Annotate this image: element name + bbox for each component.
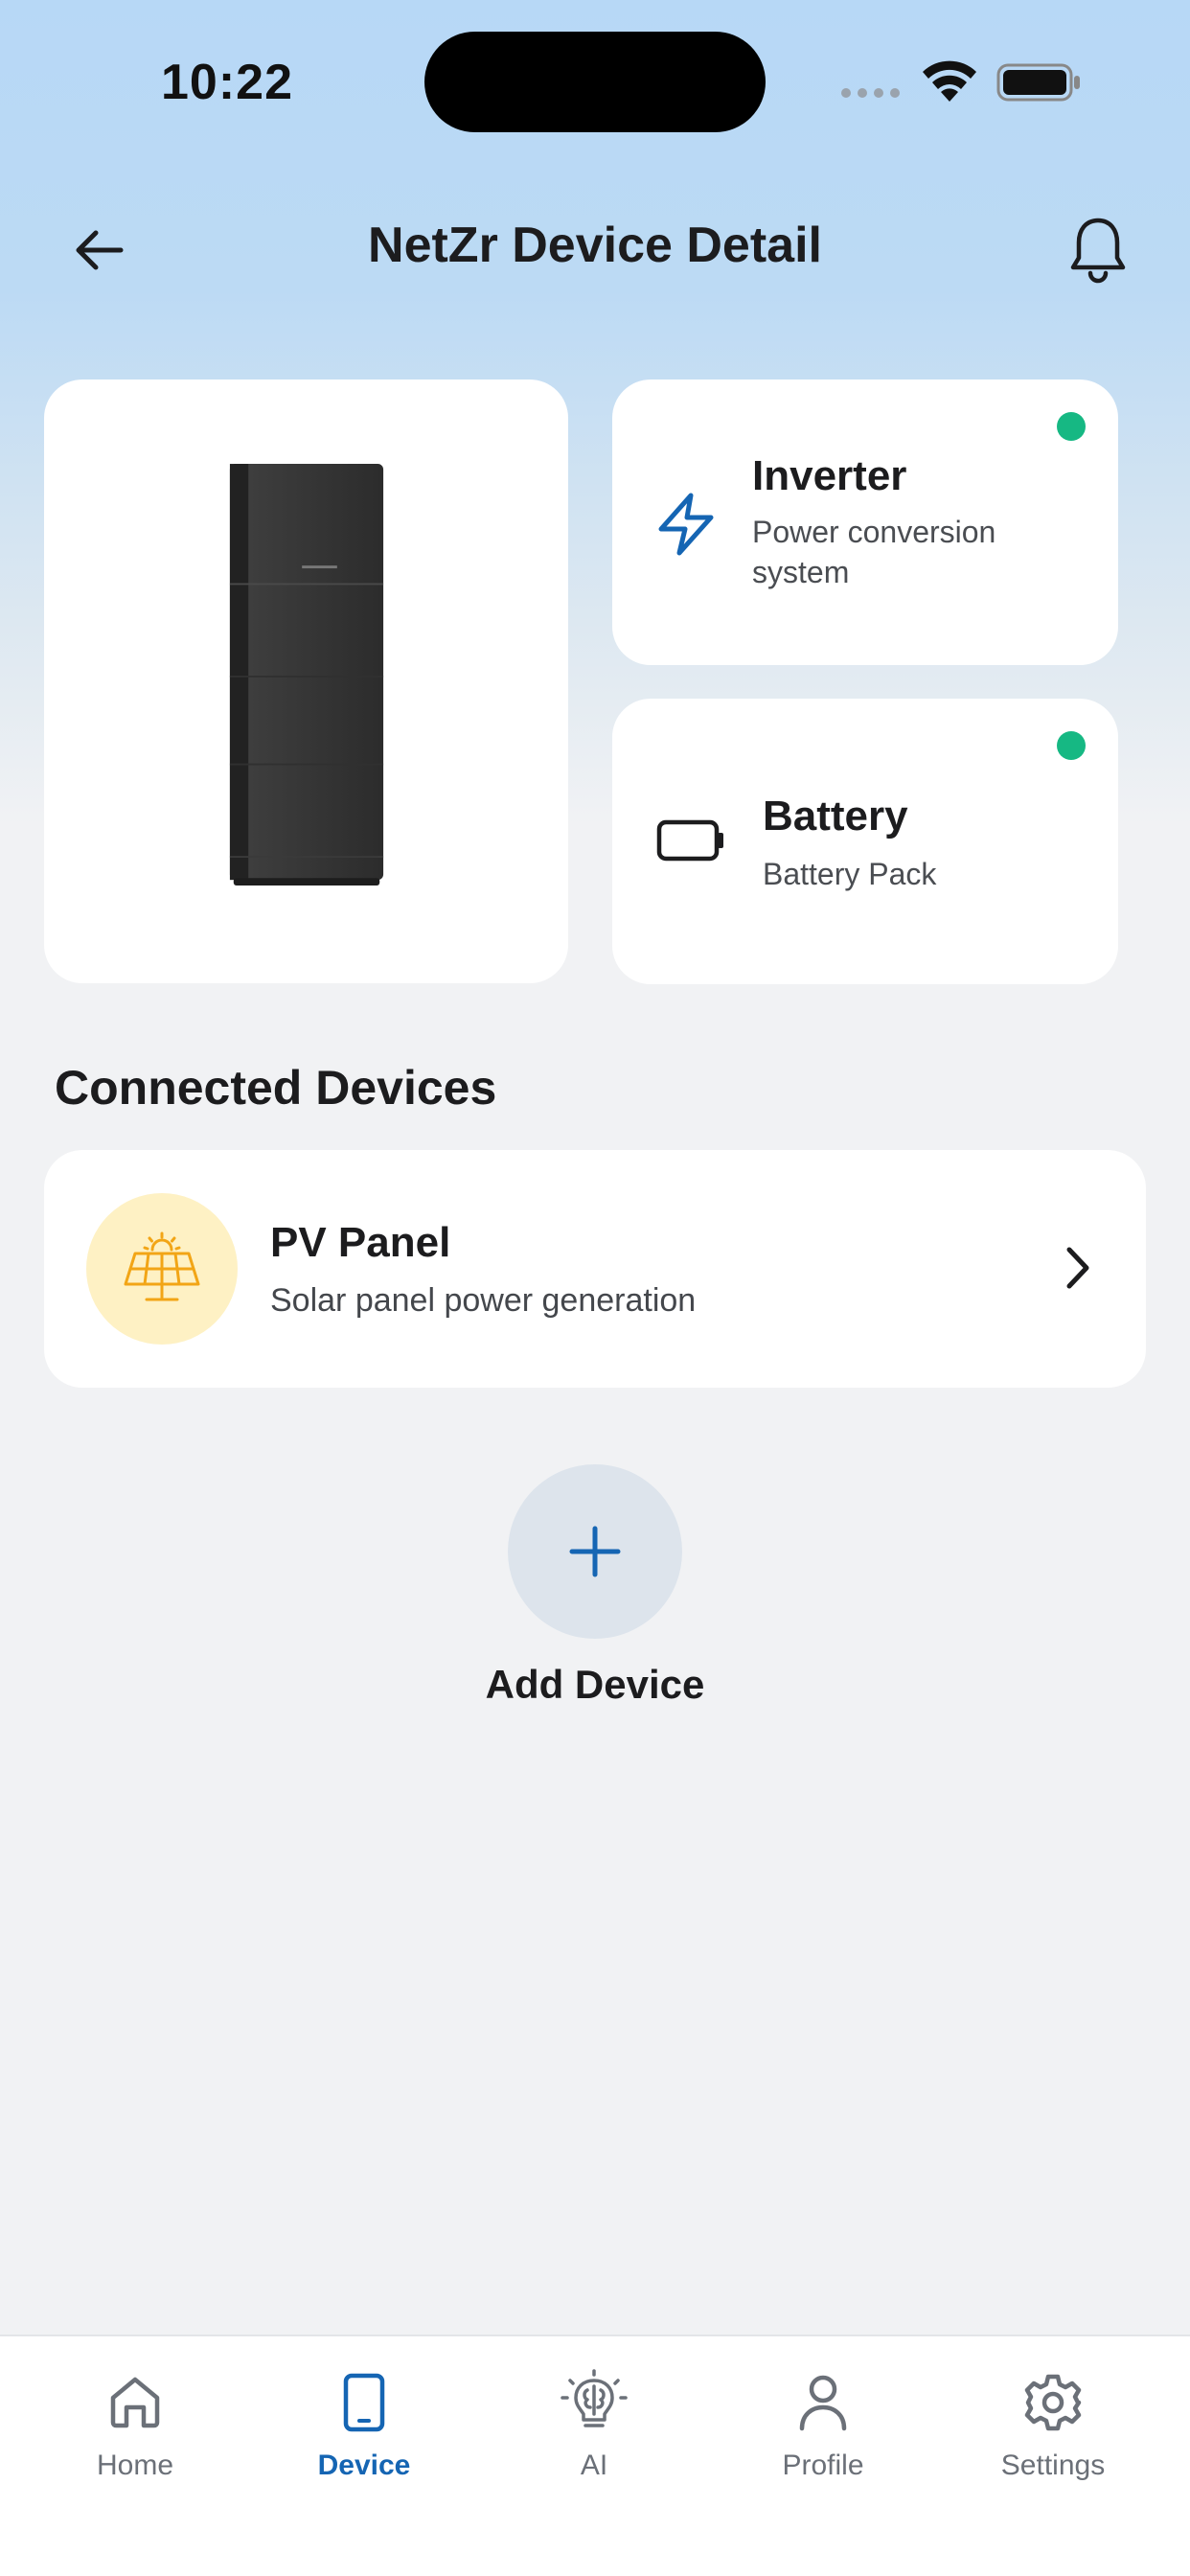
tab-home[interactable]: Home [39,2365,231,2509]
battery-title: Battery [763,793,908,840]
cellular-signal-icon [841,88,900,98]
add-device-label: Add Device [485,1662,705,1707]
tab-device-label: Device [317,2450,411,2481]
notifications-button[interactable] [1064,213,1133,288]
profile-icon [799,2375,847,2431]
bottom-tab-bar: Home Device AI Profile Settings [0,2334,1190,2576]
add-device-button[interactable] [508,1464,682,1639]
battery-subtitle: Battery Pack [763,857,937,891]
gear-icon [1024,2374,1082,2431]
pv-panel-title: PV Panel [270,1219,451,1266]
battery-card[interactable]: Battery Battery Pack [612,699,1118,984]
pv-panel-subtitle: Solar panel power generation [270,1282,697,1319]
battery-status-icon [996,63,1080,102]
tab-device[interactable]: Device [268,2365,460,2509]
plus-icon [569,1526,621,1577]
device-image-card [44,380,568,983]
tab-ai-label: AI [580,2450,608,2481]
inverter-subtitle-line1: Power conversion [752,515,996,549]
tab-profile-label: Profile [782,2450,864,2481]
inverter-card[interactable]: Inverter Power conversion system [612,380,1118,665]
chevron-right-icon [1066,1247,1089,1289]
dynamic-island [424,32,766,132]
wifi-icon [923,60,976,102]
ai-bulb-icon [561,2369,628,2427]
tab-settings[interactable]: Settings [957,2365,1149,2509]
bell-icon [1070,218,1126,284]
connected-device-pv-panel[interactable]: PV Panel Solar panel power generation [44,1150,1146,1388]
home-icon [110,2377,160,2428]
inverter-title: Inverter [752,452,907,499]
inverter-subtitle-line2: system [752,555,850,589]
battery-icon [656,819,723,862]
tab-settings-label: Settings [1000,2450,1106,2481]
tab-home-label: Home [96,2450,174,2481]
status-time: 10:22 [161,55,293,110]
tab-profile[interactable]: Profile [727,2365,919,2509]
device-icon [343,2373,385,2432]
inverter-online-indicator [1057,412,1086,441]
battery-online-indicator [1057,731,1086,760]
solar-panel-icon [124,1231,200,1301]
lightning-bolt-icon [658,493,714,556]
tab-ai[interactable]: AI [498,2365,690,2509]
page-title: NetZr Device Detail [368,218,822,273]
pv-icon-badge [86,1193,238,1345]
battery-cabinet-image [229,464,384,886]
section-title-connected-devices: Connected Devices [55,1061,497,1115]
